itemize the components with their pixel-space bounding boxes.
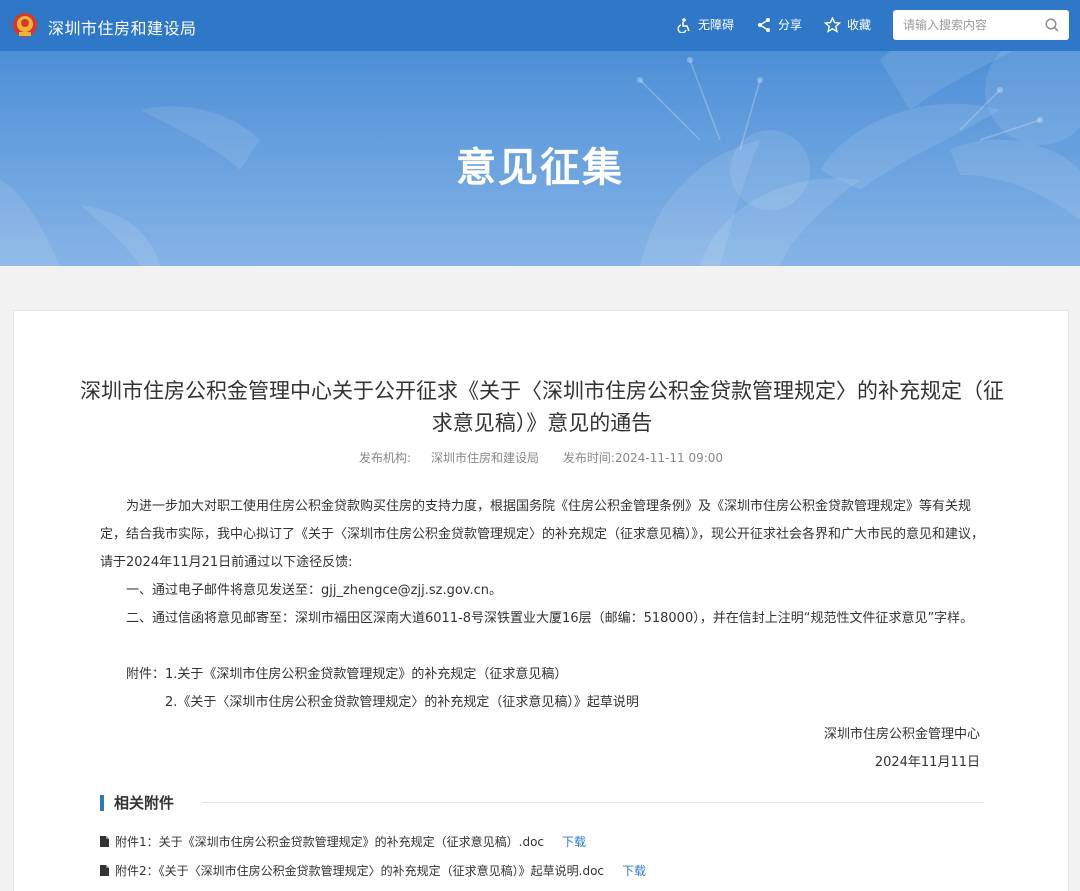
body-paragraph-intro: 为进一步加大对职工使用住房公积金贷款购买住房的支持力度，根据国务院《住房公积金管…	[100, 499, 985, 570]
attachment-item: 附件2：《关于〈深圳市住房公积金贷款管理规定〉的补充规定（征求意见稿）》起草说明…	[100, 862, 646, 879]
share-button[interactable]: 分享	[756, 16, 802, 33]
related-attachments-title: 相关附件	[114, 794, 175, 812]
signature: 深圳市住房公积金管理中心	[823, 727, 980, 742]
time-value: 2024-11-11 09:00	[614, 451, 724, 465]
share-icon	[758, 17, 770, 32]
body-paragraph-mail: 二、通过信函将意见邮寄至：深圳市福田区深南大道6011-8号深铁置业大厦16层（…	[126, 611, 974, 626]
publisher-value: 深圳市住房和建设局	[431, 451, 540, 465]
article-title: 深圳市住房公积金管理中心关于公开征求《关于〈深圳市住房公积金贷款管理规定〉的补充…	[80, 379, 1004, 435]
file-icon	[100, 836, 109, 847]
publisher-label: 发布机构:	[358, 451, 411, 465]
article-meta: 发布机构: 深圳市住房和建设局 发布时间:2024-11-11 09:00	[14, 449, 1068, 466]
favorite-button[interactable]: 收藏	[824, 16, 871, 33]
search-icon[interactable]	[1045, 18, 1059, 32]
search-input[interactable]	[893, 10, 1041, 40]
publish-time-info: 发布时间:2024-11-11 09:00	[563, 451, 723, 465]
body-paragraph-email: 一、通过电子邮件将意见发送至：gjj_zhengce@zjj.sz.gov.cn…	[126, 583, 502, 598]
body-attachment-2: 2.《关于〈深圳市住房公积金贷款管理规定〉的补充规定（征求意见稿）》起草说明	[165, 695, 639, 710]
banner-title: 意见征集	[456, 145, 624, 191]
star-icon	[824, 16, 841, 33]
section-accent-bar	[100, 794, 104, 811]
download-link[interactable]: 下载	[562, 833, 586, 850]
file-icon	[100, 865, 109, 876]
share-label: 分享	[778, 18, 803, 32]
national-emblem-logo	[13, 13, 37, 37]
favorite-label: 收藏	[847, 18, 872, 32]
site-name[interactable]: 深圳市住房和建设局	[48, 15, 197, 39]
accessibility-button[interactable]: 无障碍	[676, 16, 734, 33]
page-banner: 深圳市住房和建设局 无障碍 分享 收藏 请输入搜索内容 意见征集	[0, 0, 1080, 266]
attachment-name[interactable]: 附件2：《关于〈深圳市住房公积金贷款管理规定〉的补充规定（征求意见稿）》起草说明…	[115, 862, 604, 879]
article-card: 深圳市住房公积金管理中心关于公开征求《关于〈深圳市住房公积金贷款管理规定〉的补充…	[13, 310, 1069, 891]
top-bar: 深圳市住房和建设局 无障碍 分享 收藏	[0, 0, 1080, 51]
related-attachments-header: 相关附件	[100, 792, 984, 813]
publisher-info: 发布机构: 深圳市住房和建设局	[359, 451, 539, 465]
section-divider	[202, 802, 984, 803]
body-attachment-1: 附件：1.关于《深圳市住房公积金贷款管理规定》的补充规定（征求意见稿）	[126, 667, 568, 682]
attachment-name[interactable]: 附件1：关于《深圳市住房公积金贷款管理规定》的补充规定（征求意见稿）.doc	[115, 833, 544, 850]
accessibility-icon	[677, 17, 690, 33]
time-label: 发布时间:	[562, 451, 615, 465]
attachment-item: 附件1：关于《深圳市住房公积金贷款管理规定》的补充规定（征求意见稿）.doc 下…	[100, 833, 586, 850]
search-box	[893, 10, 1069, 40]
accessibility-label: 无障碍	[698, 18, 735, 32]
download-link[interactable]: 下载	[622, 862, 646, 879]
signature-date: 2024年11月11日	[874, 755, 980, 770]
